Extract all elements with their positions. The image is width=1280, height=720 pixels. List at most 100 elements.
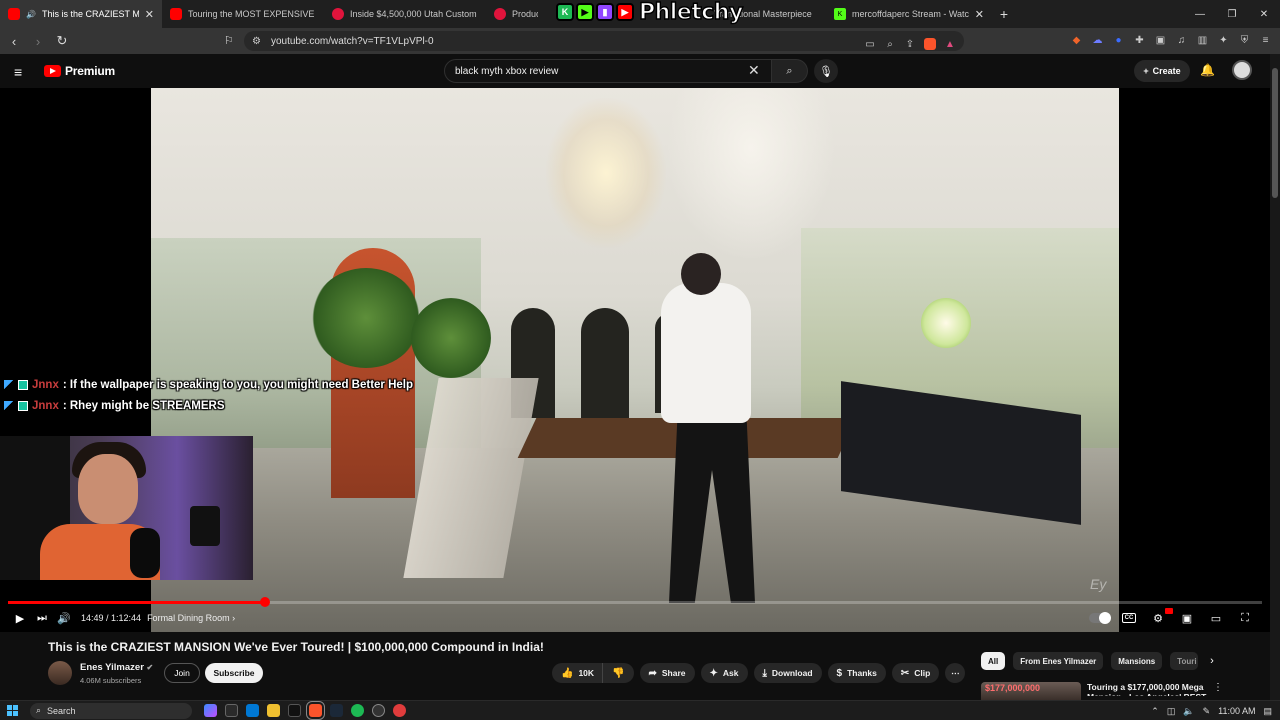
chip-touring[interactable]: Touri <box>1170 652 1199 670</box>
tray-overflow-chevron-icon[interactable]: ⌃ <box>1151 706 1159 717</box>
chip-all[interactable]: All <box>981 652 1006 670</box>
subscribe-button[interactable]: Subscribe <box>205 663 263 683</box>
sidebar-icon[interactable]: ▥ <box>1196 34 1209 47</box>
video-scene-arch <box>581 308 629 418</box>
brave-shields-icon[interactable] <box>924 38 936 50</box>
video-scene-chandelier <box>546 98 666 248</box>
extension-circle-icon[interactable]: ● <box>1112 34 1125 47</box>
vpn-icon[interactable]: ⛨ <box>1238 34 1251 47</box>
chapter-title[interactable]: Formal Dining Room › <box>147 613 235 623</box>
channel-watermark[interactable]: Ey <box>1090 576 1106 592</box>
next-video-button[interactable]: ⏭ <box>31 607 53 629</box>
ai-icon[interactable]: ✦ <box>1217 34 1230 47</box>
widgets-icon[interactable] <box>225 704 238 717</box>
windows-start-icon[interactable] <box>7 705 18 716</box>
ask-button[interactable]: ✦ Ask <box>700 663 748 683</box>
thanks-dollar-icon: $ <box>836 667 843 679</box>
video-frame[interactable] <box>151 88 1119 632</box>
bookmark-icon[interactable]: ⚐ <box>224 34 234 47</box>
captions-button[interactable]: CC <box>1118 607 1140 629</box>
address-bar[interactable]: ⚙ youtube.com/watch?v=TF1VLpVPl-0 ▭ ⌕ ⇪ … <box>244 31 964 51</box>
tab-craziest-mansion[interactable]: 🔊 This is the CRAZIEST MANSIO ✕ <box>0 0 162 28</box>
youtube-logo[interactable]: Premium <box>44 64 115 78</box>
new-tab-button[interactable]: + <box>992 0 1016 28</box>
autoplay-toggle[interactable] <box>1089 612 1111 624</box>
thanks-button[interactable]: $ Thanks <box>827 663 886 683</box>
cast-icon[interactable]: ▭ <box>864 38 876 50</box>
search-input[interactable] <box>444 59 772 83</box>
forward-arrow-icon[interactable]: › <box>28 28 48 54</box>
settings-button[interactable]: ⚙ <box>1147 607 1173 629</box>
tab-producer[interactable]: ProducerM <box>486 0 546 28</box>
steam-icon[interactable] <box>330 704 343 717</box>
mute-button[interactable]: 🔊 <box>53 607 75 629</box>
download-button[interactable]: ⤓ Download <box>753 663 822 683</box>
video-progress-bar[interactable] <box>8 597 1262 607</box>
close-window-button[interactable]: ✕ <box>1248 0 1280 28</box>
extension-cloud-icon[interactable]: ☁ <box>1091 34 1104 47</box>
voice-search-button[interactable]: 🎙 <box>814 59 838 83</box>
chevron-right-icon[interactable]: › <box>1210 652 1214 670</box>
clock-time[interactable]: 11:00 AM <box>1218 706 1255 716</box>
create-button[interactable]: + Create <box>1134 60 1190 82</box>
like-button[interactable]: 👍 10K <box>552 663 604 683</box>
file-explorer-icon[interactable] <box>267 704 280 717</box>
search-button[interactable]: ⌕ <box>772 59 808 83</box>
terminal-icon[interactable] <box>288 704 301 717</box>
copilot-icon[interactable] <box>204 704 217 717</box>
chip-mansions[interactable]: Mansions <box>1111 652 1163 670</box>
back-arrow-icon[interactable]: ‹ <box>4 28 24 54</box>
speaker-tray-icon[interactable]: 🔈 <box>1183 706 1194 717</box>
reload-icon[interactable]: ↻ <box>52 28 72 54</box>
extension-box-icon[interactable]: ▣ <box>1154 34 1167 47</box>
extensions-puzzle-icon[interactable]: ✚ <box>1133 34 1146 47</box>
play-button[interactable]: ▶ <box>9 607 31 629</box>
more-vertical-icon[interactable]: ⋮ <box>1213 682 1223 693</box>
speaker-icon[interactable]: 🔊 <box>26 10 36 19</box>
brave-browser-icon[interactable] <box>306 701 325 720</box>
share-button[interactable]: ➦ Share <box>639 663 695 683</box>
account-avatar[interactable] <box>1232 60 1252 80</box>
minimize-button[interactable]: — <box>1184 0 1216 28</box>
recommended-video-title[interactable]: Touring a $177,000,000 Mega Mansion - Lo… <box>1087 682 1207 696</box>
join-button[interactable]: Join <box>164 663 200 683</box>
spotify-icon[interactable] <box>351 704 364 717</box>
time-display: 14:49 / 1:12:44 <box>81 613 142 623</box>
tab-most-expensive-house[interactable]: Touring the MOST EXPENSIVE HOUSE <box>162 0 324 28</box>
maximize-button[interactable]: ❐ <box>1216 0 1248 28</box>
media-icon[interactable]: ♫ <box>1175 34 1188 47</box>
taskbar-search-box[interactable]: ⌕ Search <box>30 702 192 719</box>
pen-icon[interactable]: ✎ <box>1203 706 1211 717</box>
extension-fox-icon[interactable]: ◆ <box>1070 34 1083 47</box>
recommended-video-thumbnail[interactable]: $177,000,000 <box>981 682 1081 700</box>
share-icon[interactable]: ⇪ <box>904 38 916 50</box>
scrollbar-thumb[interactable] <box>1272 68 1278 198</box>
tab-kick-stream[interactable]: K mercoffdaperc Stream - Watch Live o ✕ <box>826 0 992 28</box>
tab-utah-custom-home[interactable]: Inside $4,500,000 Utah Custom Home <box>324 0 486 28</box>
hamburger-menu-icon[interactable]: ≡ <box>14 64 22 80</box>
close-tab-icon[interactable]: ✕ <box>975 8 984 21</box>
chip-from-channel[interactable]: From Enes Yilmazer <box>1013 652 1104 670</box>
notification-center-icon[interactable]: ▤ <box>1263 706 1272 717</box>
theater-mode-button[interactable]: ▭ <box>1205 607 1227 629</box>
recording-app-icon[interactable] <box>393 704 406 717</box>
miniplayer-button[interactable]: ▣ <box>1176 607 1198 629</box>
site-settings-icon[interactable]: ⚙ <box>252 36 261 47</box>
channel-avatar[interactable] <box>48 661 72 685</box>
notifications-bell-icon[interactable]: 🔔 <box>1200 63 1215 77</box>
brave-rewards-icon[interactable]: ▲ <box>944 38 956 50</box>
more-actions-button[interactable]: ⋯ <box>945 663 966 683</box>
microsoft-store-icon[interactable] <box>246 704 259 717</box>
dislike-button[interactable]: 👎 <box>603 663 634 683</box>
channel-name[interactable]: Enes Yilmazer ✔ <box>80 662 153 673</box>
page-scrollbar[interactable] <box>1270 54 1280 700</box>
clip-button[interactable]: ✂ Clip <box>891 663 940 683</box>
browser-menu-icon[interactable]: ≡ <box>1259 34 1272 47</box>
zoom-icon[interactable]: ⌕ <box>884 38 896 50</box>
obs-icon[interactable] <box>372 704 385 717</box>
network-icon[interactable]: ◫ <box>1167 706 1176 717</box>
fullscreen-button[interactable]: ⛶ <box>1234 607 1256 629</box>
search-icon: ⌕ <box>36 705 42 715</box>
close-tab-icon[interactable]: ✕ <box>145 8 154 21</box>
clear-search-icon[interactable]: ✕ <box>748 62 760 79</box>
